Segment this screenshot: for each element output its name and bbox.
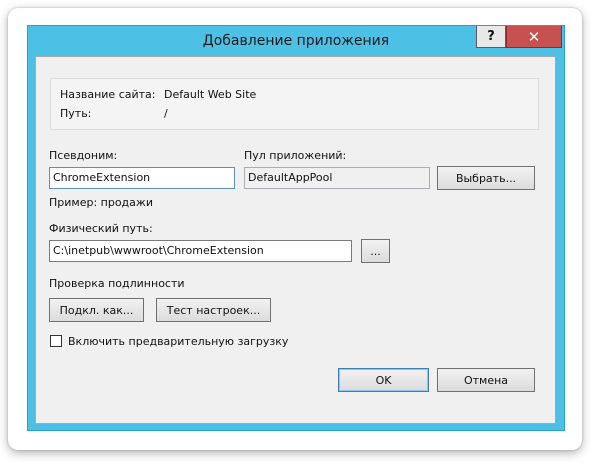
app-pool-label: Пул приложений: bbox=[244, 149, 347, 162]
path-label: Путь: bbox=[60, 107, 92, 120]
add-application-dialog: Добавление приложения ? ✕ Название сайта… bbox=[27, 25, 565, 431]
browse-path-button[interactable]: ... bbox=[361, 239, 390, 263]
physical-path-input[interactable]: C:\inetpub\wwwroot\ChromeExtension bbox=[49, 240, 352, 262]
preload-label: Включить предварительную загрузку bbox=[68, 335, 289, 348]
ok-button[interactable]: OK bbox=[338, 368, 429, 392]
site-name-value: Default Web Site bbox=[164, 88, 257, 101]
site-name-label: Название сайта: bbox=[60, 88, 156, 101]
physical-path-label: Физический путь: bbox=[49, 222, 153, 235]
close-icon: ✕ bbox=[527, 27, 541, 46]
app-pool-field: DefaultAppPool bbox=[244, 167, 430, 189]
alias-label: Псевдоним: bbox=[49, 149, 118, 162]
auth-label: Проверка подлинности bbox=[49, 277, 185, 290]
site-info-box: Название сайта: Default Web Site Путь: / bbox=[50, 78, 539, 130]
alias-input[interactable]: ChromeExtension bbox=[49, 167, 235, 189]
select-app-pool-button[interactable]: Выбрать... bbox=[437, 166, 535, 190]
close-button[interactable]: ✕ bbox=[506, 26, 562, 48]
preload-checkbox[interactable] bbox=[50, 335, 62, 347]
connect-as-button[interactable]: Подкл. как... bbox=[49, 298, 144, 322]
test-settings-button[interactable]: Тест настроек... bbox=[156, 298, 271, 322]
alias-example: Пример: продажи bbox=[49, 196, 153, 209]
help-icon: ? bbox=[487, 29, 495, 44]
title-bar: Добавление приложения ? ✕ bbox=[28, 26, 564, 56]
cancel-button[interactable]: Отмена bbox=[437, 368, 535, 392]
help-button[interactable]: ? bbox=[476, 26, 506, 48]
path-value: / bbox=[164, 107, 168, 120]
dialog-body: Название сайта: Default Web Site Путь: /… bbox=[35, 56, 556, 424]
